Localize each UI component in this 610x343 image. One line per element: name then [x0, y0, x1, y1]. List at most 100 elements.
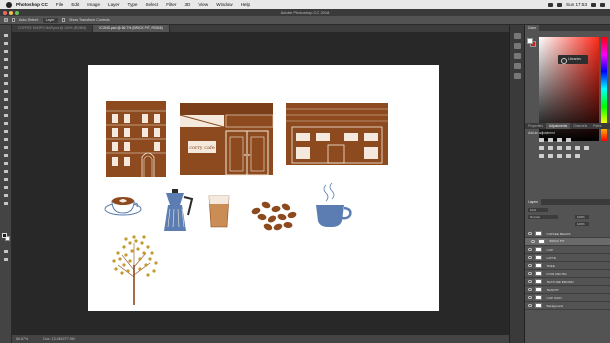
- levels-icon[interactable]: [548, 138, 553, 142]
- hand-tool-icon[interactable]: [3, 185, 9, 190]
- paragraph-panel-icon[interactable]: [514, 63, 521, 69]
- panel-foreground-swatch[interactable]: [527, 38, 533, 44]
- menu-help[interactable]: Help: [241, 2, 250, 7]
- menu-select[interactable]: Select: [145, 2, 158, 7]
- type-tool-icon[interactable]: [3, 161, 9, 166]
- shape-tool-icon[interactable]: [3, 177, 9, 182]
- history-brush-tool-icon[interactable]: [3, 113, 9, 118]
- tab-coffee-shops-map[interactable]: COFFEE SHOPS MAP.psd @ 100% (RGB/8): [12, 25, 94, 32]
- gradient-map-icon[interactable]: [566, 154, 571, 158]
- menu-type[interactable]: Type: [128, 2, 138, 7]
- screen-mode-icon[interactable]: [3, 257, 9, 262]
- vibrance-icon[interactable]: [539, 146, 544, 150]
- layer-row[interactable]: TREE: [525, 262, 610, 270]
- layer-row[interactable]: CUP ICON: [525, 294, 610, 302]
- brush-tool-icon[interactable]: [3, 97, 9, 102]
- show-transform-checkbox[interactable]: [61, 18, 66, 22]
- opacity-field[interactable]: 100%: [575, 215, 589, 219]
- move-tool-icon[interactable]: [4, 18, 8, 22]
- layer-row[interactable]: COFFEE BEANS: [525, 230, 610, 238]
- tab-layers[interactable]: Layers: [525, 199, 541, 205]
- pen-tool-icon[interactable]: [3, 153, 9, 158]
- menu-file[interactable]: File: [56, 2, 63, 7]
- layer-row[interactable]: ICON AND BG: [525, 270, 610, 278]
- blend-mode-dropdown[interactable]: Normal: [528, 215, 558, 219]
- menu-filter[interactable]: Filter: [166, 2, 176, 7]
- menu-3d[interactable]: 3D: [184, 2, 190, 7]
- search-icon[interactable]: [591, 2, 596, 7]
- frame-tool-icon[interactable]: [3, 73, 9, 78]
- gradient-tool-icon[interactable]: [3, 129, 9, 134]
- eraser-tool-icon[interactable]: [3, 121, 9, 126]
- quick-mask-icon[interactable]: [3, 249, 9, 254]
- quick-select-tool-icon[interactable]: [3, 57, 9, 62]
- layer-row[interactable]: CUP: [525, 246, 610, 254]
- tab-icons[interactable]: ICONS.psd @ 66.7% (BRICK PIT, RGB/8): [93, 25, 170, 32]
- selective-color-icon[interactable]: [575, 154, 580, 158]
- menu-view[interactable]: View: [198, 2, 208, 7]
- visibility-eye-icon[interactable]: [528, 232, 532, 235]
- zoom-window-icon[interactable]: [15, 10, 19, 15]
- tab-channels[interactable]: Channels: [570, 123, 590, 129]
- auto-select-dropdown[interactable]: Layer: [42, 17, 58, 23]
- visibility-eye-icon[interactable]: [528, 264, 532, 267]
- visibility-eye-icon[interactable]: [528, 304, 532, 307]
- visibility-eye-icon[interactable]: [528, 296, 532, 299]
- color-balance-icon[interactable]: [557, 146, 562, 150]
- invert-icon[interactable]: [539, 154, 544, 158]
- menu-app-name[interactable]: Photoshop CC: [16, 2, 48, 7]
- zoom-tool-icon[interactable]: [3, 193, 9, 198]
- layer-filter-kind[interactable]: Kind: [528, 208, 548, 212]
- battery-icon[interactable]: [557, 2, 563, 7]
- more-tools-icon[interactable]: [3, 201, 9, 206]
- blur-tool-icon[interactable]: [3, 137, 9, 142]
- menu-edit[interactable]: Edit: [71, 2, 79, 7]
- layer-row[interactable]: LATTE: [525, 254, 610, 262]
- auto-select-checkbox[interactable]: [11, 18, 15, 22]
- visibility-eye-icon[interactable]: [528, 288, 532, 291]
- photo-filter-icon[interactable]: [575, 146, 580, 150]
- menu-window[interactable]: Window: [216, 2, 232, 7]
- menubar-clock[interactable]: Sun 17:53: [566, 2, 587, 7]
- visibility-eye-icon[interactable]: [531, 240, 535, 243]
- layer-row[interactable]: Background: [525, 302, 610, 310]
- brightness-contrast-icon[interactable]: [539, 138, 544, 142]
- menu-list-icon[interactable]: [600, 2, 605, 7]
- libraries-panel-icon[interactable]: [514, 43, 521, 49]
- crop-tool-icon[interactable]: [3, 65, 9, 70]
- layer-row-selected[interactable]: BRICK PIT: [525, 238, 610, 246]
- visibility-eye-icon[interactable]: [528, 248, 532, 251]
- tab-properties[interactable]: Properties: [525, 123, 546, 129]
- curves-icon[interactable]: [557, 138, 562, 142]
- move-tool-icon[interactable]: [3, 33, 9, 38]
- dodge-tool-icon[interactable]: [3, 145, 9, 150]
- marquee-tool-icon[interactable]: [3, 41, 9, 46]
- menu-image[interactable]: Image: [87, 2, 100, 7]
- apple-icon[interactable]: [6, 1, 12, 8]
- foreground-color-swatch[interactable]: [2, 233, 7, 238]
- tab-paths[interactable]: Paths: [590, 123, 604, 129]
- zoom-level[interactable]: 66.67%: [16, 337, 28, 341]
- healing-brush-tool-icon[interactable]: [3, 89, 9, 94]
- hue-saturation-icon[interactable]: [548, 146, 553, 150]
- threshold-icon[interactable]: [557, 154, 562, 158]
- close-window-icon[interactable]: [3, 10, 7, 15]
- exposure-icon[interactable]: [566, 138, 571, 142]
- channel-mixer-icon[interactable]: [584, 146, 589, 150]
- visibility-eye-icon[interactable]: [528, 272, 532, 275]
- tab-color[interactable]: Color: [525, 25, 539, 31]
- clone-stamp-tool-icon[interactable]: [3, 105, 9, 110]
- visibility-eye-icon[interactable]: [528, 256, 532, 259]
- menu-layer[interactable]: Layer: [108, 2, 120, 7]
- posterize-icon[interactable]: [548, 154, 553, 158]
- layer-row[interactable]: TEXTURE BROWN: [525, 278, 610, 286]
- black-white-icon[interactable]: [566, 146, 571, 150]
- history-panel-icon[interactable]: [514, 33, 521, 39]
- document-canvas[interactable]: corry cafe: [88, 65, 439, 311]
- minimize-window-icon[interactable]: [9, 10, 13, 15]
- layer-row[interactable]: TEAPOT: [525, 286, 610, 294]
- eyedropper-tool-icon[interactable]: [3, 81, 9, 86]
- wifi-icon[interactable]: [548, 2, 554, 7]
- fill-field[interactable]: 100%: [575, 222, 589, 226]
- lasso-tool-icon[interactable]: [3, 49, 9, 54]
